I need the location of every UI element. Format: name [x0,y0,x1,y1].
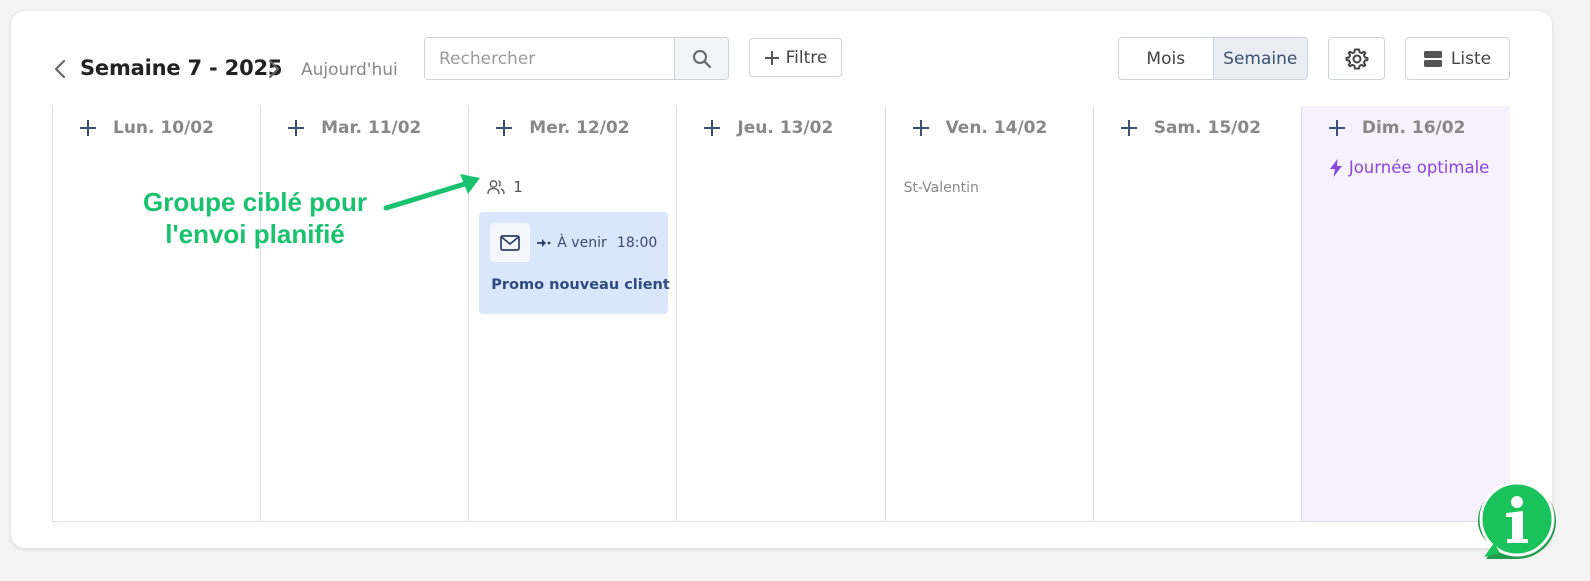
event-title: Promo nouveau client [491,277,670,293]
event-status-label: À venir [557,235,607,251]
annotation-arrow [383,174,480,211]
scheduled-campaign-card[interactable]: À venir 18:00 Promo nouveau client [479,212,670,314]
search-button[interactable] [674,38,728,79]
day-header: Mer. 12/02 [495,118,630,138]
week-grid: Lun. 10/02 Mar. 11/02 Mer. 12/02 1 À ven… [52,106,1510,522]
plus-icon [1120,120,1137,136]
day-header: Jeu. 13/02 [703,118,833,138]
email-type-badge [490,223,531,262]
day-header: Sam. 15/02 [1120,118,1261,138]
plus-icon [764,50,779,65]
day-column-sunday[interactable]: Dim. 16/02 Journée optimale [1301,106,1510,521]
plus-icon [80,120,96,136]
calendar-toolbar: Semaine 7 - 2025 Aujourd'hui Filtre Mois… [11,11,1552,106]
day-header: Lun. 10/02 [79,118,214,138]
day-column-friday[interactable]: Ven. 14/02 St-Valentin [886,106,1094,521]
add-event-button[interactable] [1120,119,1138,137]
search-icon [692,49,711,68]
add-event-button[interactable] [1328,119,1346,137]
day-column-thursday[interactable]: Jeu. 13/02 [677,106,886,521]
day-label: Ven. 14/02 [945,118,1048,138]
day-header: Ven. 14/02 [912,118,1048,138]
add-event-button[interactable] [79,119,97,137]
help-info-icon[interactable] [1474,479,1560,565]
day-column-monday[interactable]: Lun. 10/02 [53,106,262,521]
search-input[interactable] [425,38,674,79]
day-header: Dim. 16/02 [1328,118,1466,138]
day-label: Lun. 10/02 [113,118,214,138]
target-group-indicator[interactable]: 1 [487,178,523,196]
list-view-button[interactable]: Liste [1405,37,1510,80]
optimal-day-label: Journée optimale [1348,158,1490,177]
plus-icon [288,120,305,136]
next-week-button[interactable] [264,55,284,83]
chevron-left-icon [54,59,66,79]
day-header: Mar. 11/02 [287,118,421,138]
settings-button[interactable] [1328,37,1385,80]
day-label: Jeu. 13/02 [737,118,834,138]
add-event-button[interactable] [287,119,305,137]
day-column-saturday[interactable]: Sam. 15/02 [1094,106,1302,521]
group-count-value: 1 [513,178,523,196]
lightning-icon [1329,158,1342,177]
view-week-button[interactable]: Semaine [1212,38,1307,79]
filter-label: Filtre [785,47,828,68]
annotation-line-1: Groupe ciblé pour [143,187,367,217]
search-box [424,37,729,80]
calendar-card: Semaine 7 - 2025 Aujourd'hui Filtre Mois… [11,11,1552,548]
day-label: Mer. 12/02 [529,118,630,138]
filter-button[interactable]: Filtre [749,38,842,77]
previous-week-button[interactable] [50,55,70,83]
week-title: Semaine 7 - 2025 [80,56,283,80]
send-arrow-icon [537,239,551,247]
plus-icon [496,120,513,136]
day-column-wednesday[interactable]: Mer. 12/02 1 À venir 18:00 Promo nouveau… [469,106,678,521]
event-status: À venir [536,235,607,251]
annotation-line-2: l'envoi planifié [165,219,345,249]
list-label: Liste [1450,48,1492,69]
plus-icon [912,120,929,136]
day-label: Sam. 15/02 [1153,118,1262,138]
plus-icon [1328,120,1345,136]
view-switcher: Mois Semaine [1118,37,1308,80]
envelope-icon [500,234,521,251]
plus-icon [704,120,721,136]
holiday-label: St-Valentin [903,180,979,196]
event-time: 18:00 [616,235,658,251]
gear-icon [1345,48,1368,69]
annotation-callout: Groupe ciblé pour l'envoi planifié [130,186,380,250]
add-event-button[interactable] [495,119,513,137]
today-link[interactable]: Aujourd'hui [301,60,398,80]
add-event-button[interactable] [912,119,930,137]
optimal-day-badge[interactable]: Journée optimale [1329,158,1489,177]
day-label: Dim. 16/02 [1361,118,1466,138]
view-month-button[interactable]: Mois [1119,38,1213,79]
add-event-button[interactable] [703,119,721,137]
list-icon [1423,50,1442,67]
day-label: Mar. 11/02 [321,118,422,138]
chevron-right-icon [268,59,280,79]
